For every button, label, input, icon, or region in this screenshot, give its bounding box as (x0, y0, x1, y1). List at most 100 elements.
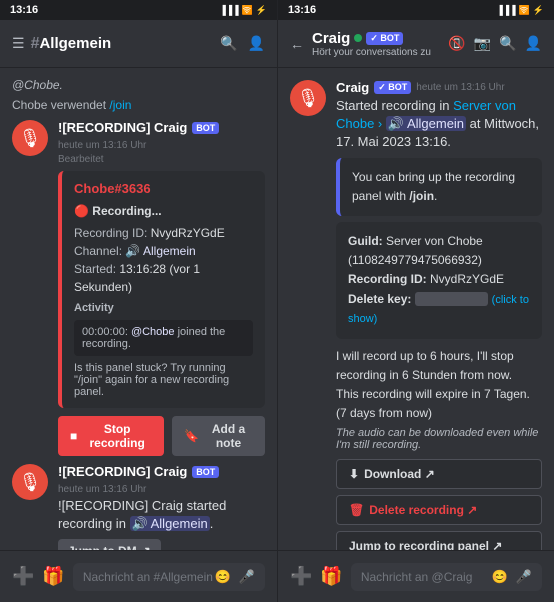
dm-intro-text: Started recording in Server von Chobe › … (336, 97, 542, 152)
menu-icon[interactable]: ☰ (12, 35, 25, 52)
dm-header: ← Craig ✓ BOT Hört your conversations zu… (278, 20, 554, 68)
right-signal-icon: ▐▐▐ (496, 5, 515, 15)
add-note-button[interactable]: 🔖 Add a note (172, 416, 265, 456)
second-msg-text: ![RECORDING] Craig started recording in … (58, 497, 265, 533)
embed-chobe-title: Chobe#3636 (74, 181, 253, 196)
recording-id-field-dm: Recording ID: NvydRzYGdE (348, 270, 530, 289)
recording-id-field: Recording ID: NvydRzYGdE (74, 224, 253, 242)
dm-msg-header: Craig ✓ BOT heute um 13:16 Uhr (336, 80, 542, 95)
battery-icon: ⚡ (256, 5, 267, 16)
left-input-field[interactable]: Nachricht an #Allgemein 😊 🎤 (73, 563, 265, 591)
dm-actions: 📵 📷 🔍 👤 (448, 35, 542, 52)
signal-icon: ▐▐▐ (219, 5, 238, 15)
bookmark-icon: 🔖 (184, 429, 199, 443)
recording-bot-msg: 🎙 ![RECORDING] Craig BOT heute um 13:16 … (0, 116, 277, 460)
mic-icon[interactable]: 🎤 (239, 569, 255, 585)
msg-time-1: heute um 13:16 Uhr (58, 140, 146, 151)
msg-header-2: ![RECORDING] Craig BOT heute um 13:16 Uh… (58, 464, 265, 495)
msg-author-2: ![RECORDING] Craig (58, 464, 187, 479)
delete-key-label: Delete key: (348, 292, 415, 306)
msg-header-1: ![RECORDING] Craig BOT heute um 13:16 Uh… (58, 120, 265, 151)
video-icon[interactable]: 📷 (474, 35, 491, 52)
chobe-action-join: Chobe verwendet /join (0, 96, 277, 116)
dm-subtext: Hört your conversations zu (312, 47, 431, 58)
dm-search-icon[interactable]: 🔍 (499, 35, 516, 52)
recording-started-field: Started: 13:16:28 (vor 1 Sekunden) (74, 260, 253, 296)
header-actions: 🔍 👤 (220, 35, 265, 52)
channel-ref: 🔊 Allgemein (386, 116, 466, 131)
delete-recording-button[interactable]: 🗑 Delete recording ↗ (336, 495, 542, 525)
dm-bot-badge2: ✓ BOT (374, 81, 411, 94)
recording-id-value: NvydRzYGdE (430, 272, 504, 286)
second-bot-msg: 🎙 ![RECORDING] Craig BOT heute um 13:16 … (0, 460, 277, 550)
right-status-bar: 13:16 ▐▐▐ 🛜 ⚡ (278, 0, 554, 20)
back-icon[interactable]: ← (290, 36, 304, 52)
right-battery-icon: ⚡ (533, 5, 544, 16)
left-input-bar: ➕ 🎁 Nachricht an #Allgemein 😊 🎤 (0, 550, 277, 602)
trash-icon: 🗑 (349, 503, 364, 517)
dm-input-field[interactable]: Nachricht an @Craig 😊 🎤 (351, 563, 542, 591)
dm-craig-avatar: 🎙 (290, 80, 326, 116)
jump-to-panel-button[interactable]: Jump to recording panel ↗ (336, 531, 542, 550)
dm-note: The audio can be downloaded even while I… (336, 427, 542, 451)
craig-name-section: Craig ✓ BOT Hört your conversations zu (312, 30, 431, 58)
delete-key-value: •••••••• (415, 292, 489, 306)
recording-id-label: Recording ID: (348, 272, 430, 286)
right-time: 13:16 (288, 4, 316, 16)
msg-time-2: heute um 13:16 Uhr (58, 484, 146, 495)
right-panel: 13:16 ▐▐▐ 🛜 ⚡ ← Craig ✓ BOT Hört your co… (277, 0, 554, 602)
dm-add-icon[interactable]: ➕ (290, 566, 312, 587)
add-icon[interactable]: ➕ (12, 566, 34, 587)
second-msg-content: ![RECORDING] Craig BOT heute um 13:16 Uh… (58, 464, 265, 550)
left-input-placeholder: Nachricht an #Allgemein (83, 570, 213, 584)
activity-box: 00:00:00: @Chobe joined the recording. (74, 320, 253, 356)
emoji-icon[interactable]: 😊 (215, 569, 231, 585)
left-messages: @Chobe. Chobe verwendet /join 🎙 ![RECORD… (0, 68, 277, 550)
recording-channel-field: Channel: 🔊 Allgemein (74, 242, 253, 260)
stop-recording-button[interactable]: ■ Stop recording (58, 416, 164, 456)
delete-key-field: Delete key: •••••••• (click to show) (348, 290, 530, 329)
phone-slash-icon[interactable]: 📵 (448, 35, 465, 52)
info-box: Guild: Server von Chobe (110824977947506… (336, 222, 542, 339)
online-dot (354, 34, 362, 42)
guild-field: Guild: Server von Chobe (110824977947506… (348, 232, 530, 270)
craig-avatar-2: 🎙 (12, 464, 48, 500)
join-hint-embed: You can bring up the recording panel wit… (336, 158, 542, 216)
download-icon: ⬇ (349, 467, 359, 481)
download-button[interactable]: ⬇ Download ↗ (336, 459, 542, 489)
dm-input-placeholder: Nachricht an @Craig (361, 570, 473, 584)
msg-author-1: ![RECORDING] Craig (58, 120, 187, 135)
left-time: 13:16 (10, 4, 38, 16)
wifi-icon: 🛜 (242, 5, 253, 16)
chobe-mention: @Chobe. (0, 76, 277, 96)
craig-avatar: 🎙 (12, 120, 48, 156)
dm-input-bar: ➕ 🎁 Nachricht an @Craig 😊 🎤 (278, 550, 554, 602)
right-status-icons: ▐▐▐ 🛜 ⚡ (496, 5, 544, 16)
left-status-icons: ▐▐▐ 🛜 ⚡ (219, 5, 267, 16)
activity-label: Activity (74, 302, 253, 314)
dm-people-icon[interactable]: 👤 (525, 35, 542, 52)
members-icon[interactable]: 👤 (248, 35, 265, 52)
right-wifi-icon: 🛜 (519, 5, 530, 16)
dm-gift-icon[interactable]: 🎁 (320, 566, 342, 587)
dm-messages: 🎙 Craig ✓ BOT heute um 13:16 Uhr Started… (278, 68, 554, 550)
btn-row-1: ■ Stop recording 🔖 Add a note (58, 416, 265, 456)
msg-subtext-1: Bearbeitet (58, 153, 265, 167)
panel-hint: Is this panel stuck? Try running "/join"… (74, 362, 253, 398)
dm-body-text: I will record up to 6 hours, I'll stop r… (336, 347, 542, 424)
dm-name: Craig ✓ BOT (312, 30, 431, 47)
dm-author: Craig (336, 80, 369, 95)
craig-name-text: Craig (312, 30, 350, 47)
dm-bot-msg: 🎙 Craig ✓ BOT heute um 13:16 Uhr Started… (278, 76, 554, 550)
dm-msg-time: heute um 13:16 Uhr (416, 82, 504, 93)
jump-to-dm-button[interactable]: Jump to DM ↗ (58, 539, 161, 550)
stop-icon: ■ (70, 429, 77, 443)
left-header: ☰ # Allgemein 🔍 👤 (0, 20, 277, 68)
gift-icon[interactable]: 🎁 (42, 566, 64, 587)
dm-emoji-icon[interactable]: 😊 (492, 569, 508, 585)
left-panel: 13:16 ▐▐▐ 🛜 ⚡ ☰ # Allgemein 🔍 👤 @Chobe. … (0, 0, 277, 602)
dm-mic-icon[interactable]: 🎤 (516, 569, 532, 585)
search-icon[interactable]: 🔍 (220, 35, 237, 52)
recording-status: 🔴 Recording... (74, 202, 253, 220)
channel-name: Allgemein (39, 35, 220, 52)
